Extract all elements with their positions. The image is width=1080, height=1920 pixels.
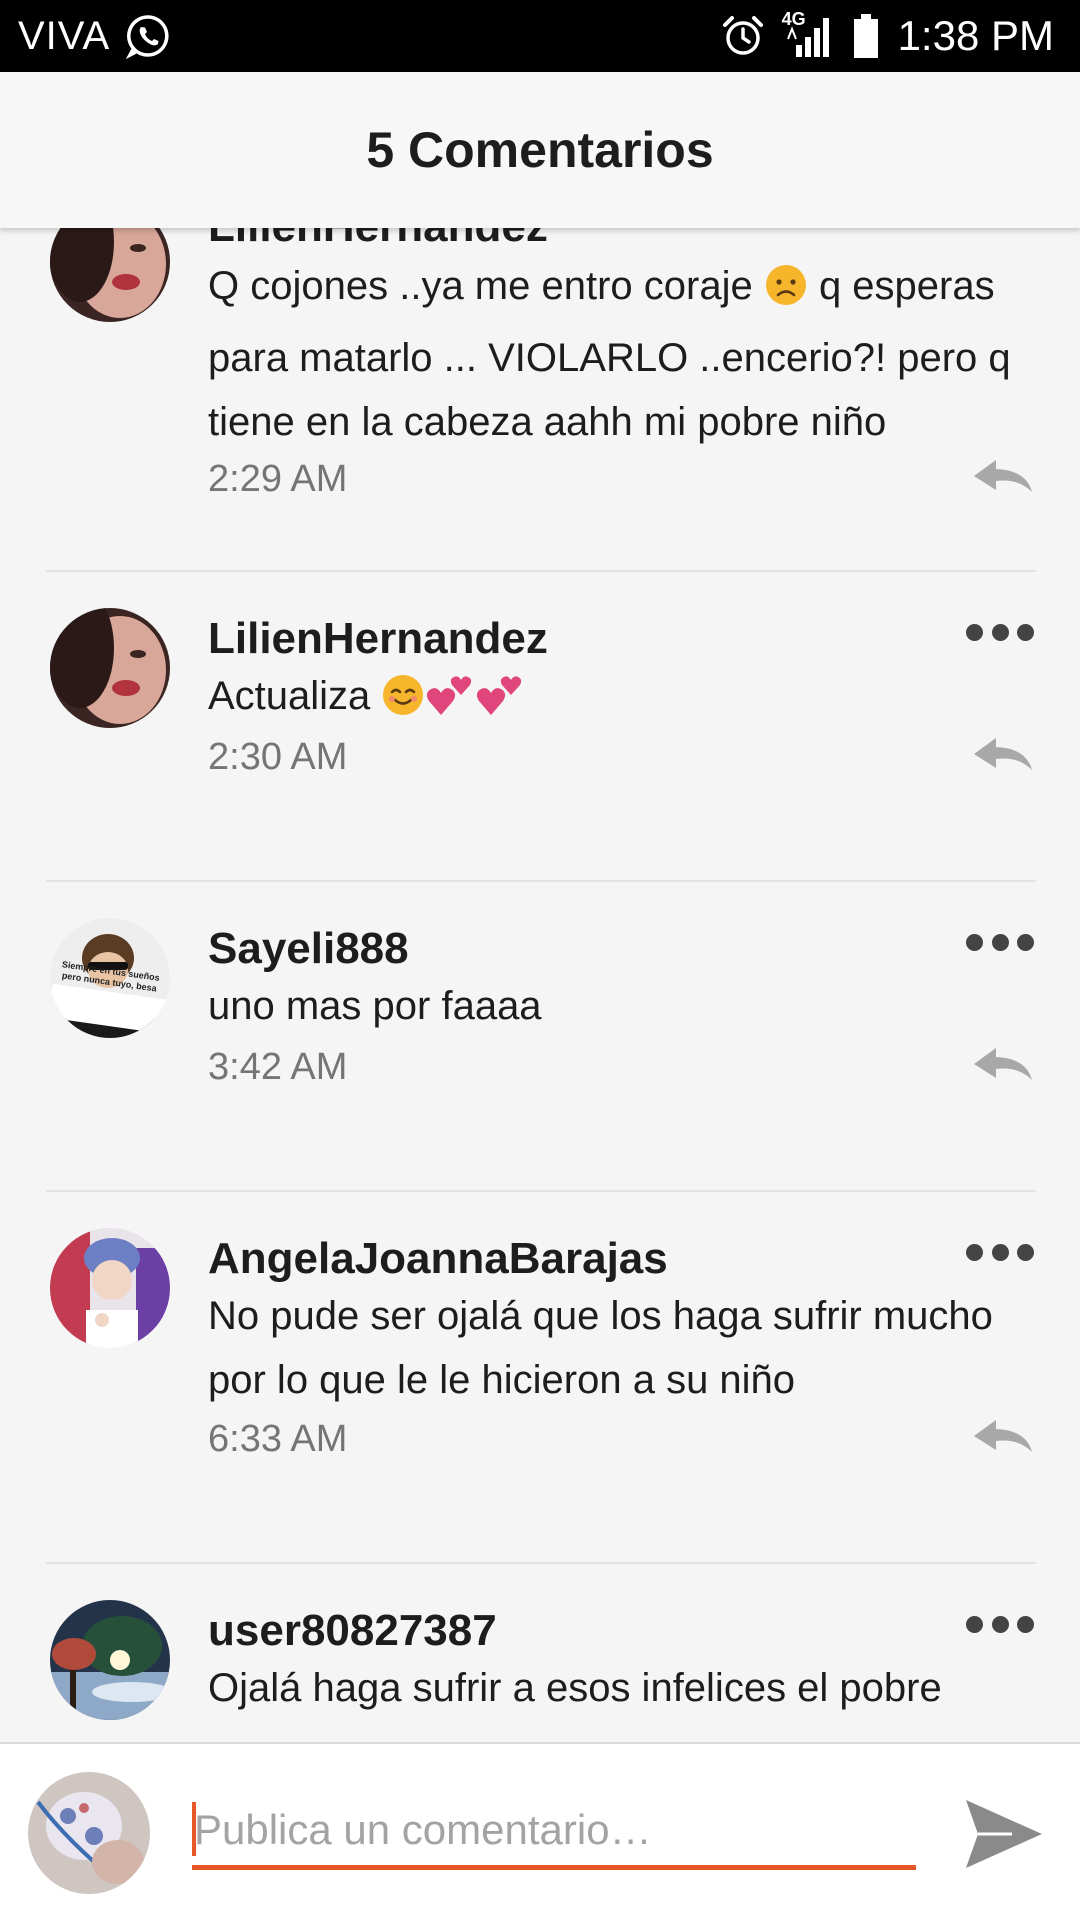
comment-input-bar <box>0 1742 1080 1920</box>
comment-text: uno mas por faaaa <box>208 974 1058 1038</box>
comment-author[interactable]: Sayeli888 <box>208 924 409 974</box>
frowning-face-icon <box>764 262 808 326</box>
header: 5 Comentarios <box>0 72 1080 228</box>
comment-input[interactable] <box>192 1794 916 1870</box>
comment-time: 6:33 AM <box>208 1418 348 1460</box>
status-left: VIVA <box>18 12 172 60</box>
text-cursor <box>192 1802 196 1856</box>
avatar <box>28 1772 150 1894</box>
avatar[interactable] <box>50 1228 170 1348</box>
comment-text: Q cojones ..ya me entro coraje q esperas… <box>208 254 1058 454</box>
smiling-face-icon <box>381 672 425 736</box>
comment-item: LilienHernandez Q cojones ..ya me entro … <box>14 228 1066 572</box>
carrier-label: VIVA <box>18 13 111 58</box>
reply-icon[interactable] <box>970 1416 1034 1456</box>
avatar[interactable] <box>50 228 170 322</box>
comment-text-part: Actualiza <box>208 674 382 718</box>
comment-author[interactable]: LilienHernandez <box>208 228 548 252</box>
comment-text-part: Ojalá haga sufrir a esos infelices el po… <box>208 1666 942 1710</box>
comment-author[interactable]: AngelaJoannaBarajas <box>208 1234 668 1284</box>
more-options-icon[interactable] <box>966 930 1034 954</box>
comment-item: Siempre en tus sueños pero nunca tuyo, b… <box>14 882 1066 1192</box>
comment-text: Ojalá haga sufrir a esos infelices el po… <box>208 1656 1058 1720</box>
status-bar: VIVA 4G 1:38 PM <box>0 0 1080 72</box>
two-hearts-icon <box>425 671 475 736</box>
signal-icon: 4G <box>781 9 832 61</box>
comment-time: 2:30 AM <box>208 736 348 778</box>
status-right: 4G 1:38 PM <box>720 9 1054 61</box>
comment-text-part: uno mas por faaaa <box>208 984 542 1028</box>
comment-text: Actualiza <box>208 664 1058 736</box>
comment-text-part: Q cojones ..ya me entro coraje <box>208 264 764 308</box>
avatar[interactable] <box>50 608 170 728</box>
page-title: 5 Comentarios <box>366 122 714 178</box>
comments-screen: VIVA 4G 1:38 PM 5 Comentarios Q cojones … <box>0 0 1080 1920</box>
comment-author[interactable]: user80827387 <box>208 1606 497 1656</box>
more-options-icon[interactable] <box>966 1240 1034 1264</box>
comment-list[interactable]: LilienHernandez Q cojones ..ya me entro … <box>14 228 1066 1742</box>
comment-author[interactable]: LilienHernandez <box>208 614 548 664</box>
comment-time: 3:42 AM <box>208 1046 348 1088</box>
avatar[interactable] <box>50 1600 170 1720</box>
send-icon[interactable] <box>962 1792 1046 1876</box>
more-options-icon[interactable] <box>966 620 1034 644</box>
comment-item: user80827387 Ojalá haga sufrir a esos in… <box>14 1564 1066 1742</box>
more-options-icon[interactable] <box>966 1612 1034 1636</box>
reply-icon[interactable] <box>970 734 1034 774</box>
two-hearts-icon <box>475 671 525 736</box>
comment-time: 2:29 AM <box>208 458 348 500</box>
avatar[interactable]: Siempre en tus sueños pero nunca tuyo, b… <box>50 918 170 1038</box>
reply-icon[interactable] <box>970 1044 1034 1084</box>
battery-icon <box>852 12 880 60</box>
status-time: 1:38 PM <box>897 12 1054 59</box>
comment-text: No pude ser ojalá que los haga sufrir mu… <box>208 1284 1058 1412</box>
reply-icon[interactable] <box>970 456 1034 496</box>
network-label: 4G <box>781 9 806 29</box>
alarm-icon <box>720 13 766 59</box>
comment-text-part: No pude ser ojalá que los haga sufrir mu… <box>208 1294 993 1402</box>
comment-item: AngelaJoannaBarajas No pude ser ojalá qu… <box>14 1192 1066 1564</box>
whatsapp-icon <box>124 12 172 60</box>
comment-item: LilienHernandez Actualiza 2:30 AM <box>14 572 1066 882</box>
